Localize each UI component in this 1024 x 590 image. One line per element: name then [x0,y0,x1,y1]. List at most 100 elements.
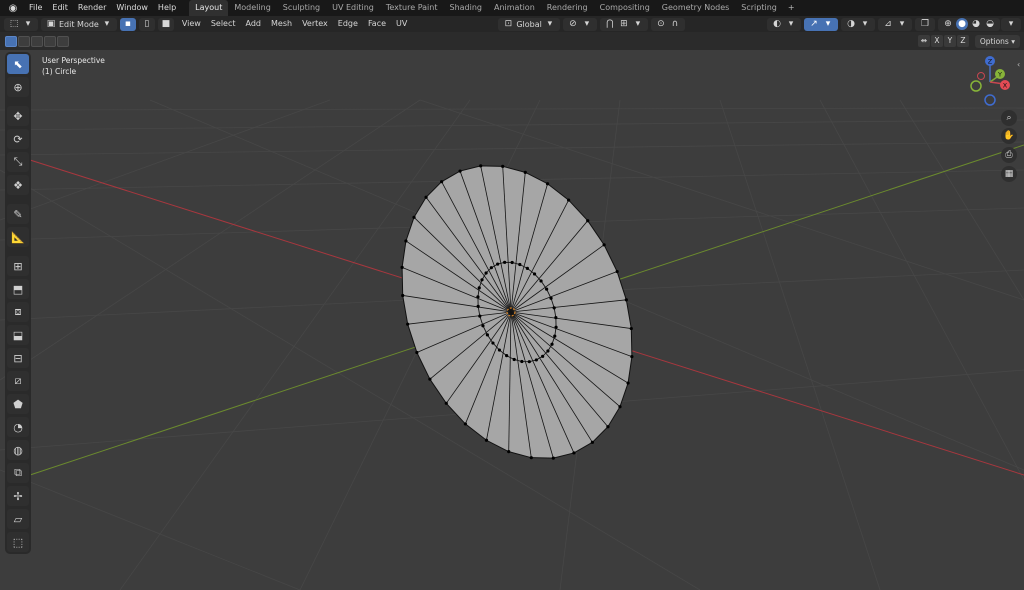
scale-tool-icon[interactable]: ⤡ [7,152,29,172]
mesh-vertex[interactable] [534,358,538,362]
snap-toggle[interactable]: ⋂ ⊞ ▾ [599,17,648,31]
mesh-vertex[interactable] [440,180,444,184]
pivot-dropdown[interactable]: ⊘ ▾ [562,17,597,31]
mesh-vertex[interactable] [481,324,485,328]
mesh-vertex[interactable] [539,279,543,283]
shading-modes[interactable]: ⊕ ● ◕ ◒ [938,17,1000,31]
editor-type-button[interactable]: ⬚ ▾ [4,17,38,31]
wireframe-shading-icon[interactable]: ⊕ [942,18,954,30]
mesh-vertex[interactable] [478,314,482,318]
mesh-vertex[interactable] [520,359,524,364]
menu-select[interactable]: Select [206,16,241,32]
cursor-tool-icon[interactable]: ⊕ [7,77,29,97]
menu-add[interactable]: Add [241,16,267,32]
mirror-icon[interactable]: ⇹ [917,35,930,47]
rendered-shading-icon[interactable]: ◒ [984,18,996,30]
overlay-toggle[interactable]: ◑ ▾ [841,17,875,31]
menu-mesh[interactable]: Mesh [266,16,297,32]
mesh-vertex[interactable] [606,425,610,429]
mesh-vertex[interactable] [480,278,484,282]
extrude-region-tool-icon[interactable]: ⬒ [7,279,29,299]
mesh-vertex[interactable] [532,272,537,276]
mesh-vertex[interactable] [484,271,488,275]
mesh-vertex[interactable] [476,295,480,299]
tab-modeling[interactable]: Modeling [228,0,276,16]
solid-shading-icon[interactable]: ● [956,18,968,30]
select-subtract-button[interactable] [31,35,43,47]
navigation-gizmo[interactable]: Z Y X [964,54,1014,110]
shading-options[interactable]: ▾ [1001,17,1021,31]
mesh-vertex[interactable] [479,164,483,168]
mesh-vertex[interactable] [525,266,529,270]
menu-edge[interactable]: Edge [333,16,363,32]
visibility-dropdown[interactable]: ◐ ▾ [767,17,801,31]
mesh-vertex[interactable] [415,350,419,355]
move-tool-icon[interactable]: ✥ [7,106,29,126]
select-invert-button[interactable] [44,35,56,47]
mesh-vertex[interactable] [512,357,516,362]
poly-build-tool-icon[interactable]: ⬟ [7,394,29,414]
face-select-button[interactable]: ■ [157,17,174,31]
gizmo-toggle[interactable]: ↗ ▾ [804,17,838,31]
mesh-vertex[interactable] [404,239,408,243]
mesh-vertex[interactable] [529,456,533,460]
tab-compositing[interactable]: Compositing [594,0,656,16]
smooth-tool-icon[interactable]: ◍ [7,440,29,460]
menu-render[interactable]: Render [73,0,111,16]
measure-tool-icon[interactable]: 📐 [7,227,29,247]
menu-view[interactable]: View [177,16,206,32]
mesh-vertex[interactable] [551,456,555,460]
menu-uv[interactable]: UV [391,16,412,32]
gizmo-neg-x-ball[interactable] [977,72,985,80]
camera-view-icon[interactable]: ⎙ [1001,147,1017,163]
mesh-vertex[interactable] [507,450,511,454]
mesh-vertex[interactable] [485,333,489,337]
tab-rendering[interactable]: Rendering [541,0,594,16]
mesh-vertex[interactable] [503,260,507,264]
mesh-vertex[interactable] [400,265,404,269]
mesh-vertex[interactable] [545,287,549,291]
menu-face[interactable]: Face [363,16,391,32]
mesh-vertex[interactable] [401,293,405,298]
mesh-vertex[interactable] [615,269,619,274]
menu-help[interactable]: Help [153,0,181,16]
mesh-vertex[interactable] [572,451,576,455]
mesh-vertex[interactable] [545,182,550,186]
add-cube-tool-icon[interactable]: ⊞ [7,256,29,276]
mesh-vertex[interactable] [424,195,428,199]
mesh-vertex[interactable] [501,164,505,168]
mesh-vertex[interactable] [553,334,557,338]
rip-region-tool-icon[interactable]: ⬚ [7,532,29,552]
mesh-vertex[interactable] [554,316,558,320]
mesh-vertex[interactable] [527,360,531,364]
gizmo-neg-z-ball[interactable] [984,94,996,106]
annotate-tool-icon[interactable]: ✎ [7,204,29,224]
3d-viewport[interactable]: User Perspective (1) Circle Z Y X ⌕ ✋ ⎙ … [0,50,1024,590]
select-new-button[interactable] [5,35,17,47]
mesh-vertex[interactable] [489,266,493,270]
select-box-tool-icon[interactable]: ⬉ [7,54,29,74]
mesh-vertex[interactable] [626,381,630,385]
mesh-vertex[interactable] [586,219,590,223]
tab-uv-editing[interactable]: UV Editing [326,0,380,16]
mesh-vertex[interactable] [567,198,571,202]
mesh-vertex[interactable] [549,296,553,300]
vertex-select-button[interactable]: ▪ [119,17,136,31]
mesh-vertex[interactable] [602,243,606,247]
tab-geometry-nodes[interactable]: Geometry Nodes [656,0,735,16]
add-workspace-button[interactable]: + [783,0,800,16]
tab-layout[interactable]: Layout [189,0,229,16]
mesh-vertex[interactable] [406,322,410,326]
mesh-vertex[interactable] [510,260,514,265]
mesh-vertex[interactable] [444,401,448,405]
orientation-dropdown[interactable]: ⊡ Global ▾ [498,17,560,31]
circle-mesh[interactable] [400,164,634,460]
mesh-vertex[interactable] [546,349,550,353]
perspective-toggle-icon[interactable]: ▦ [1001,166,1017,182]
mesh-vertex[interactable] [518,262,522,267]
mesh-vertex[interactable] [541,354,545,358]
mesh-vertex[interactable] [590,440,594,444]
zoom-icon[interactable]: ⌕ [1001,110,1017,126]
tab-texture-paint[interactable]: Texture Paint [380,0,444,16]
mesh-vertex[interactable] [463,422,467,426]
